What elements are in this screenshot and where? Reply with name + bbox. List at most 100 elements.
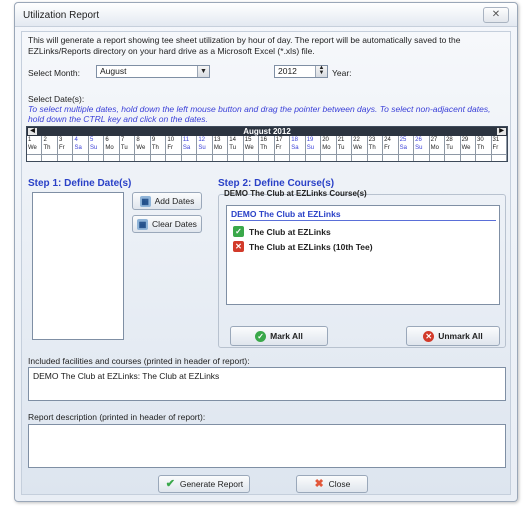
calendar-slot[interactable]: [461, 155, 477, 161]
calendar-day[interactable]: 23 Th: [368, 136, 384, 154]
calendar-day[interactable]: 25 Sa: [399, 136, 415, 154]
calendar-slot[interactable]: [306, 155, 322, 161]
calendar-slot[interactable]: [368, 155, 384, 161]
next-month-icon[interactable]: ▶: [497, 128, 506, 135]
course-item[interactable]: ✕ The Club at EZLinks (10th Tee): [233, 241, 373, 252]
chevron-down-icon[interactable]: ▼: [197, 66, 209, 77]
calendar-day[interactable]: 20 Mo: [321, 136, 337, 154]
calendar-day-number: 6: [105, 137, 109, 143]
calendar-slot[interactable]: [352, 155, 368, 161]
calendar-day[interactable]: 17 Fr: [275, 136, 291, 154]
calendar-day[interactable]: 27 Mo: [430, 136, 446, 154]
calendar-slot[interactable]: [151, 155, 167, 161]
calendar-day-number: 25: [399, 137, 407, 143]
course-item[interactable]: ✓ The Club at EZLinks: [233, 226, 331, 237]
month-select[interactable]: August ▼: [96, 65, 210, 78]
calendar-day[interactable]: 24 Fr: [383, 136, 399, 154]
calendar-day[interactable]: 21 Tu: [337, 136, 353, 154]
calendar-day[interactable]: 6 Mo: [104, 136, 120, 154]
calendar-slot[interactable]: [290, 155, 306, 161]
add-dates-button[interactable]: ▦ Add Dates: [132, 192, 202, 210]
spinner-arrows-icon[interactable]: ▲ ▼: [315, 65, 327, 77]
calendar-day[interactable]: 15 We: [244, 136, 260, 154]
calendar-day[interactable]: 5 Su: [89, 136, 105, 154]
calendar-day-number: 11: [182, 137, 190, 143]
calendar-day[interactable]: 10 Fr: [166, 136, 182, 154]
calendar-slot[interactable]: [135, 155, 151, 161]
calendar-day-number: 15: [244, 137, 252, 143]
mark-all-button[interactable]: ✓ Mark All: [230, 326, 328, 346]
calendar-day[interactable]: 3 Fr: [58, 136, 74, 154]
calendar-selection-row[interactable]: [27, 154, 508, 161]
prev-month-icon[interactable]: ◀: [28, 128, 37, 135]
calendar-slot[interactable]: [73, 155, 89, 161]
calendar-day[interactable]: 28 Tu: [445, 136, 461, 154]
calendar-day[interactable]: 31 Fr: [492, 136, 508, 154]
add-dates-label: Add Dates: [154, 196, 195, 206]
unmark-all-button[interactable]: ✕ Unmark All: [406, 326, 500, 346]
close-button[interactable]: ✖ Close: [296, 475, 368, 493]
calendar-day[interactable]: 8 We: [135, 136, 151, 154]
calendar-day-number: 27: [430, 137, 438, 143]
calendar-day-number: 9: [151, 137, 156, 143]
clear-dates-button[interactable]: ▦ Clear Dates: [132, 215, 202, 233]
calendar-slot[interactable]: [104, 155, 120, 161]
calendar-day[interactable]: 9 Th: [151, 136, 167, 154]
calendar-slot[interactable]: [89, 155, 105, 161]
calendar-slot[interactable]: [182, 155, 198, 161]
calendar-day[interactable]: 14 Tu: [228, 136, 244, 154]
calendar-slot[interactable]: [27, 155, 43, 161]
checkbox-checked-icon[interactable]: ✓: [233, 226, 244, 237]
calendar-day[interactable]: 19 Su: [306, 136, 322, 154]
calendar-slot[interactable]: [476, 155, 492, 161]
calendar-day[interactable]: 26 Su: [414, 136, 430, 154]
calendar-day[interactable]: 16 Th: [259, 136, 275, 154]
calendar-day-weekday: Tu: [337, 145, 345, 151]
calendar-day-weekday: Tu: [446, 145, 453, 151]
close-window-button[interactable]: ✕: [483, 7, 509, 23]
calendar-slot[interactable]: [42, 155, 58, 161]
month-calendar[interactable]: ◀ August 2012 ▶ 1 We 2 Th 3 Fr 4 Sa 5 Su 6 Mo 7 Tu 8 We…: [26, 126, 508, 162]
calendar-day[interactable]: 22 We: [352, 136, 368, 154]
calendar-day-weekday: Tu: [229, 145, 237, 151]
calendar-slot[interactable]: [244, 155, 260, 161]
calendar-slot[interactable]: [399, 155, 415, 161]
calendar-day[interactable]: 2 Th: [42, 136, 58, 154]
calendar-slot[interactable]: [337, 155, 353, 161]
generate-report-button[interactable]: ✔ Generate Report: [158, 475, 250, 493]
calendar-day[interactable]: 30 Th: [476, 136, 492, 154]
calendar-day-weekday: Su: [198, 145, 206, 151]
report-description-field[interactable]: [28, 424, 506, 468]
calendar-slot[interactable]: [492, 155, 508, 161]
calendar-month-title: August 2012: [243, 127, 291, 136]
calendar-day[interactable]: 29 We: [461, 136, 477, 154]
checkmark-icon: ✔: [165, 477, 175, 490]
calendar-day-weekday: We: [136, 145, 146, 151]
calendar-slot[interactable]: [213, 155, 229, 161]
selected-dates-list[interactable]: [32, 192, 124, 340]
calendar-slot[interactable]: [321, 155, 337, 161]
calendar-day[interactable]: 1 We: [27, 136, 43, 154]
calendar-day[interactable]: 11 Sa: [182, 136, 198, 154]
course-list[interactable]: DEMO The Club at EZLinks ✓ The Club at E…: [226, 205, 500, 305]
calendar-slot[interactable]: [228, 155, 244, 161]
calendar-slot[interactable]: [430, 155, 446, 161]
calendar-slot[interactable]: [445, 155, 461, 161]
calendar-day[interactable]: 13 Mo: [213, 136, 229, 154]
checkbox-unchecked-icon[interactable]: ✕: [233, 241, 244, 252]
calendar-slot[interactable]: [197, 155, 213, 161]
calendar-day[interactable]: 7 Tu: [120, 136, 136, 154]
calendar-day[interactable]: 18 Sa: [290, 136, 306, 154]
calendar-day[interactable]: 12 Su: [197, 136, 213, 154]
calendar-day[interactable]: 4 Sa: [73, 136, 89, 154]
included-facilities-field[interactable]: DEMO The Club at EZLinks: The Club at EZ…: [28, 367, 506, 401]
calendar-slot[interactable]: [166, 155, 182, 161]
calendar-slot[interactable]: [383, 155, 399, 161]
calendar-slot[interactable]: [58, 155, 74, 161]
calendar-day-number: 1: [28, 137, 32, 143]
calendar-slot[interactable]: [120, 155, 136, 161]
calendar-slot[interactable]: [275, 155, 291, 161]
calendar-slot[interactable]: [414, 155, 430, 161]
year-spinner[interactable]: 2012 ▲ ▼: [274, 65, 328, 78]
calendar-slot[interactable]: [259, 155, 275, 161]
